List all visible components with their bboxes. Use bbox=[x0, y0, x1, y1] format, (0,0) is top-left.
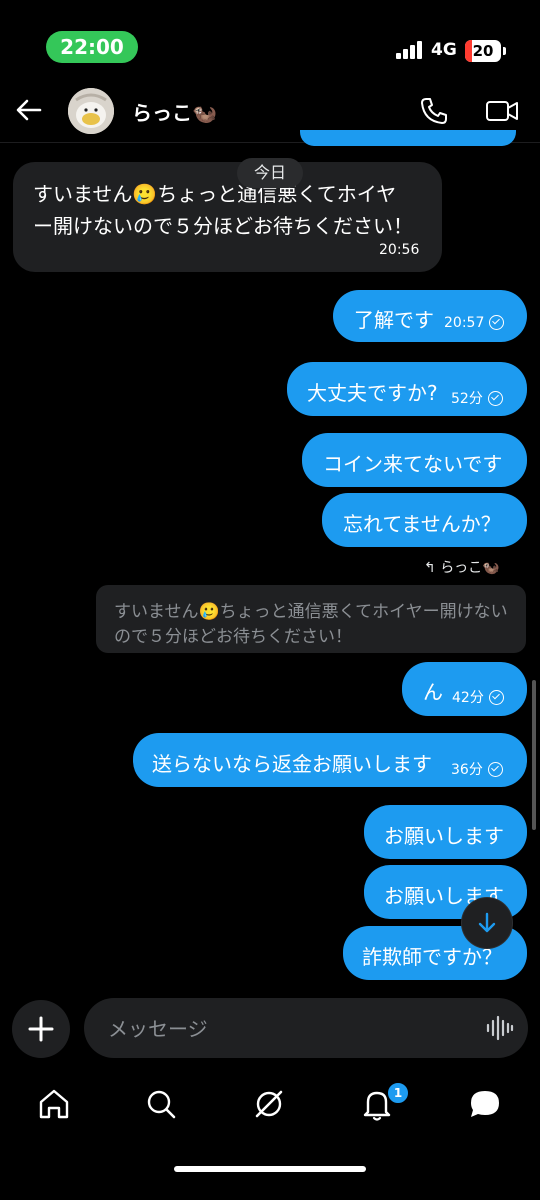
grok-icon[interactable] bbox=[247, 1082, 291, 1126]
message-time: 42分 bbox=[452, 687, 504, 707]
status-time: 22:00 bbox=[46, 31, 138, 63]
reply-arrow-icon: ↰ bbox=[424, 560, 436, 576]
home-icon[interactable] bbox=[32, 1082, 76, 1126]
battery-level bbox=[465, 40, 473, 62]
outgoing-message-bubble[interactable]: ん 42分 bbox=[402, 662, 527, 716]
read-check-icon bbox=[487, 391, 503, 406]
message-text: 忘れてませんか？ bbox=[343, 512, 501, 536]
outgoing-message-bubble[interactable]: 忘れてませんか？ bbox=[322, 493, 527, 547]
scrollbar[interactable] bbox=[532, 680, 536, 830]
cellular-signal-icon bbox=[396, 41, 424, 59]
message-text: お願いします bbox=[384, 824, 504, 848]
battery-nub bbox=[503, 47, 506, 55]
quoted-text: すいません🥲ちょっと通信悪くてホイヤー開けない bbox=[114, 602, 508, 622]
message-time: 52分 bbox=[451, 388, 503, 408]
outgoing-message-bubble[interactable]: コイン来てないです bbox=[302, 433, 527, 487]
contact-name[interactable]: らっこ🦦 bbox=[132, 97, 217, 126]
add-attachment-button[interactable] bbox=[12, 1000, 70, 1058]
read-check-icon bbox=[489, 315, 505, 330]
message-text: 大丈夫ですか? bbox=[307, 381, 438, 405]
message-text: ー開けないので５分ほどお待ちください！ bbox=[33, 214, 413, 238]
message-text: ん bbox=[423, 680, 443, 704]
outgoing-message-bubble[interactable]: 大丈夫ですか? 52分 bbox=[287, 362, 527, 416]
battery-percent: 20 bbox=[472, 42, 494, 60]
messages-icon[interactable] bbox=[463, 1082, 507, 1126]
outgoing-message-bubble[interactable]: 了解です 20:57 bbox=[333, 290, 527, 342]
avatar[interactable] bbox=[68, 88, 114, 134]
quoted-message[interactable]: すいません🥲ちょっと通信悪くてホイヤー開けない ので５分ほどお待ちください！ bbox=[96, 585, 526, 653]
message-time: 20:56 bbox=[379, 242, 420, 258]
message-time: 36分 bbox=[451, 759, 503, 779]
search-icon[interactable] bbox=[139, 1082, 183, 1126]
message-text: 了解です bbox=[354, 308, 434, 332]
plus-icon bbox=[28, 1016, 54, 1042]
outgoing-message-bubble[interactable]: お願いします bbox=[364, 805, 527, 859]
phone-icon[interactable] bbox=[418, 95, 450, 127]
message-input[interactable] bbox=[106, 998, 470, 1060]
video-camera-icon[interactable] bbox=[484, 95, 520, 127]
reply-context-name: らっこ🦦 bbox=[440, 560, 500, 576]
read-check-icon bbox=[488, 690, 504, 705]
message-text: コイン来てないです bbox=[323, 452, 503, 476]
battery-icon: 20 bbox=[465, 40, 501, 62]
outgoing-message-bubble[interactable]: 送らないなら返金お願いします 36分 bbox=[133, 733, 527, 787]
message-composer[interactable] bbox=[84, 998, 528, 1060]
home-indicator[interactable] bbox=[174, 1166, 366, 1172]
quoted-text: ので５分ほどお待ちください！ bbox=[114, 627, 352, 647]
message-text: すいません🥲ちょっと通信悪くてホイヤ bbox=[33, 182, 397, 206]
scroll-to-bottom-button[interactable] bbox=[462, 898, 512, 948]
incoming-message-bubble[interactable]: すいません🥲ちょっと通信悪くてホイヤ ー開けないので５分ほどお待ちください！ 2… bbox=[13, 162, 442, 272]
message-time: 20:57 bbox=[444, 315, 505, 331]
reply-context: ↰ らっこ🦦 bbox=[424, 557, 500, 577]
arrow-left-icon[interactable] bbox=[14, 95, 44, 125]
network-type: 4G bbox=[431, 40, 457, 60]
notification-count-badge: 1 bbox=[386, 1081, 410, 1105]
previous-message-bubble bbox=[300, 130, 516, 146]
voice-waveform-icon[interactable] bbox=[484, 1013, 514, 1043]
read-check-icon bbox=[487, 762, 503, 777]
message-text: 送らないなら返金お願いします bbox=[152, 752, 432, 776]
date-separator: 今日 bbox=[237, 158, 303, 188]
arrow-down-icon bbox=[478, 912, 496, 933]
